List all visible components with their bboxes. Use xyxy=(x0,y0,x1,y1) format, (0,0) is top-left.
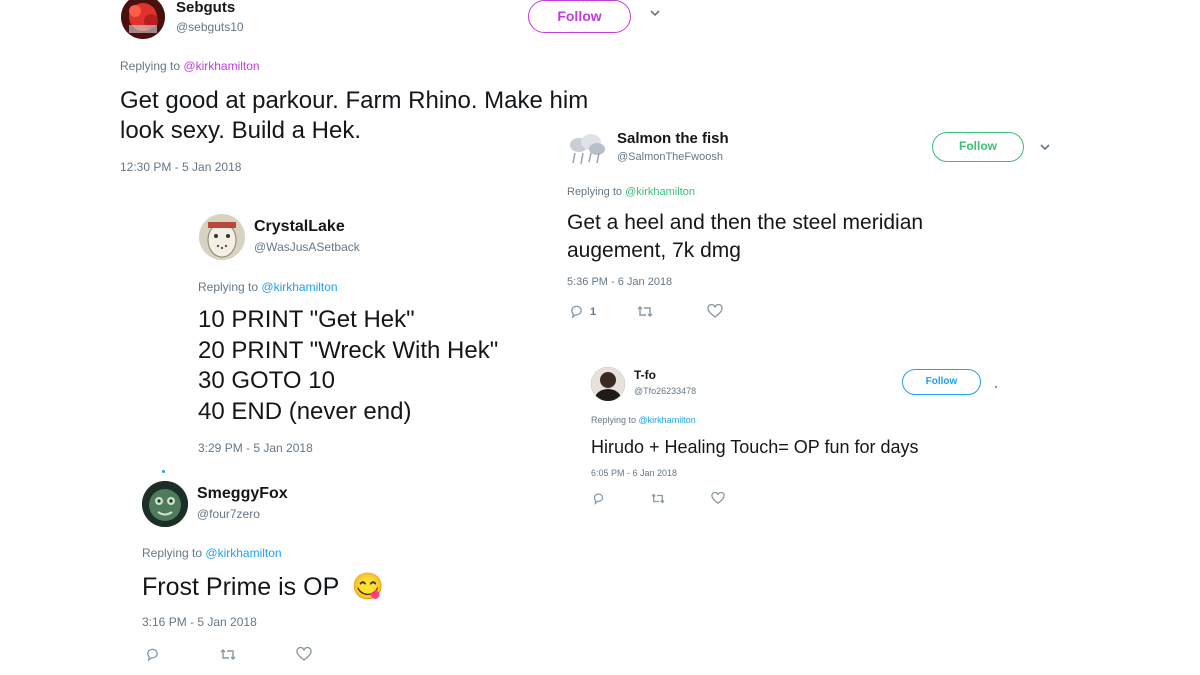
person-avatar-icon xyxy=(591,367,625,401)
dot-decoration xyxy=(162,470,165,473)
retweet-icon xyxy=(651,493,665,504)
chevron-down-icon[interactable] xyxy=(1038,140,1052,159)
heart-icon xyxy=(296,647,312,661)
reply-action[interactable] xyxy=(145,647,160,662)
replying-label: Replying to xyxy=(591,415,637,425)
mention-link[interactable]: @kirkhamilton xyxy=(205,546,281,560)
retweet-action[interactable] xyxy=(651,492,665,505)
chevron-down-icon[interactable] xyxy=(993,377,999,395)
tweet-text: Hirudo + Healing Touch= OP fun for days xyxy=(591,435,919,459)
follow-button[interactable]: Follow xyxy=(902,369,981,395)
timestamp[interactable]: 6:05 PM - 6 Jan 2018 xyxy=(591,468,677,478)
avatar[interactable] xyxy=(591,367,625,401)
reply-icon xyxy=(147,648,158,662)
user-handle[interactable]: @Tfo26233478 xyxy=(634,386,696,396)
heart-icon xyxy=(711,492,725,505)
tweet-smeggyfox: SmeggyFox @four7zero Replying to @kirkha… xyxy=(0,0,420,675)
retweet-icon xyxy=(220,649,236,660)
display-name[interactable]: T-fo xyxy=(634,368,656,382)
emoji-face-savoring-icon: 😋 xyxy=(351,571,385,601)
like-action[interactable] xyxy=(296,647,312,662)
mention-link[interactable]: @kirkhamilton xyxy=(639,415,696,425)
timestamp[interactable]: 3:16 PM - 5 Jan 2018 xyxy=(142,615,257,629)
retweet-action[interactable] xyxy=(220,647,236,662)
tweet-text: Frost Prime is OP 😋 xyxy=(142,570,384,603)
user-handle[interactable]: @four7zero xyxy=(197,507,260,521)
replying-to: Replying to @kirkhamilton xyxy=(142,546,282,560)
like-action[interactable] xyxy=(711,492,725,505)
avatar[interactable] xyxy=(142,481,188,527)
fox-avatar-icon xyxy=(142,481,188,527)
display-name[interactable]: SmeggyFox xyxy=(197,485,288,503)
replying-label: Replying to xyxy=(142,546,203,560)
follow-button-label: Follow xyxy=(925,376,958,387)
tweet-text-line: Hirudo + Healing Touch= OP fun for days xyxy=(591,437,919,457)
reply-icon xyxy=(593,493,604,505)
tweet-text-line: Frost Prime is OP xyxy=(142,573,339,601)
reply-action[interactable] xyxy=(592,492,605,505)
replying-to: Replying to @kirkhamilton xyxy=(591,415,696,425)
